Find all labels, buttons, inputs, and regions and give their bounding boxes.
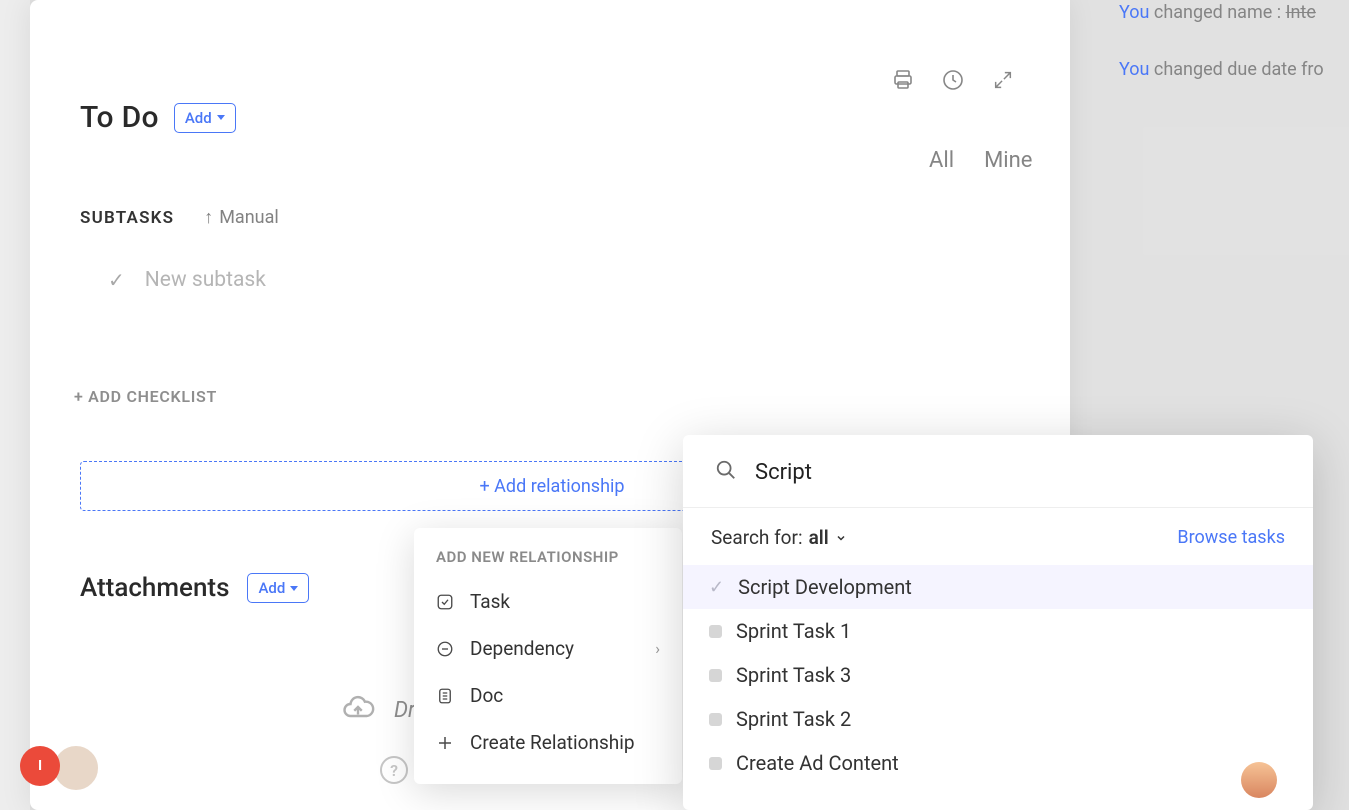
chevron-right-icon: › bbox=[655, 639, 660, 658]
status-square-icon bbox=[709, 669, 722, 682]
search-result-label: Sprint Task 1 bbox=[736, 619, 851, 643]
dependency-icon bbox=[436, 640, 454, 658]
activity-user-you: You bbox=[1119, 59, 1149, 80]
search-result-label: Sprint Task 3 bbox=[736, 663, 851, 687]
subtasks-sort[interactable]: ↑ Manual bbox=[204, 207, 279, 228]
rel-item-label: Dependency bbox=[470, 637, 574, 660]
new-subtask-placeholder: New subtask bbox=[145, 268, 266, 292]
attachments-heading: Attachments bbox=[80, 573, 229, 603]
status-square-icon bbox=[709, 713, 722, 726]
subtasks-heading: SUBTASKS bbox=[80, 208, 174, 228]
drop-hint-text: Dr bbox=[394, 698, 415, 723]
search-input[interactable]: Script bbox=[755, 460, 812, 485]
search-result-item[interactable]: Sprint Task 3 bbox=[683, 653, 1313, 697]
avatar[interactable] bbox=[1241, 762, 1277, 798]
attachments-add-label: Add bbox=[258, 579, 285, 597]
print-icon[interactable] bbox=[891, 68, 915, 92]
left-list-sliver bbox=[0, 0, 30, 810]
status-square-icon bbox=[709, 757, 722, 770]
search-result-label: Create Ad Content bbox=[736, 751, 899, 775]
search-scope-filter[interactable]: Search for: all bbox=[711, 526, 847, 549]
add-button-label: Add bbox=[185, 109, 212, 127]
rel-item-label: Create Relationship bbox=[470, 731, 635, 754]
new-subtask-input[interactable]: ✓ New subtask bbox=[108, 268, 1020, 292]
search-result-item[interactable]: ✓ Script Development bbox=[683, 565, 1313, 609]
check-icon: ✓ bbox=[108, 268, 125, 292]
search-result-label: Script Development bbox=[738, 575, 912, 599]
task-status-title: To Do bbox=[80, 100, 159, 135]
chevron-down-icon bbox=[835, 526, 847, 549]
rel-item-label: Task bbox=[470, 590, 510, 613]
avatar-badge[interactable]: I bbox=[20, 746, 60, 786]
search-result-label: Sprint Task 2 bbox=[736, 707, 851, 731]
activity-text: changed name : bbox=[1149, 2, 1285, 23]
search-result-item[interactable]: Sprint Task 2 bbox=[683, 697, 1313, 741]
arrow-up-icon: ↑ bbox=[204, 207, 213, 228]
task-check-icon bbox=[436, 593, 454, 611]
check-icon: ✓ bbox=[709, 577, 724, 598]
rel-item-task[interactable]: Task bbox=[416, 578, 680, 625]
rel-item-label: Doc bbox=[470, 684, 503, 707]
rel-item-create[interactable]: Create Relationship bbox=[416, 719, 680, 766]
rel-item-doc[interactable]: Doc bbox=[416, 672, 680, 719]
activity-entry: You changed name : Inte bbox=[1119, 2, 1349, 23]
help-icon[interactable]: ? bbox=[380, 756, 408, 784]
subtasks-sort-label: Manual bbox=[219, 207, 279, 228]
activity-tab-all[interactable]: All bbox=[929, 148, 954, 173]
search-result-item[interactable]: Create Ad Content bbox=[683, 741, 1313, 785]
plus-icon bbox=[436, 734, 454, 752]
history-icon[interactable] bbox=[941, 68, 965, 92]
browse-tasks-link[interactable]: Browse tasks bbox=[1177, 527, 1285, 548]
search-results-list: ✓ Script Development Sprint Task 1 Sprin… bbox=[683, 557, 1313, 785]
add-checklist-button[interactable]: + ADD CHECKLIST bbox=[74, 387, 1020, 406]
activity-text: changed due date fro bbox=[1149, 59, 1323, 80]
search-scope-prefix: Search for: bbox=[711, 526, 803, 549]
relationship-dropdown: ADD NEW RELATIONSHIP Task Dependency › D… bbox=[414, 528, 682, 784]
search-scope-value: all bbox=[809, 526, 829, 549]
add-button[interactable]: Add bbox=[174, 103, 236, 133]
doc-icon bbox=[436, 687, 454, 705]
search-icon bbox=[715, 459, 737, 485]
activity-entry: You changed due date fro bbox=[1119, 59, 1349, 80]
search-result-item[interactable]: Sprint Task 1 bbox=[683, 609, 1313, 653]
expand-icon[interactable] bbox=[991, 68, 1015, 92]
status-square-icon bbox=[709, 625, 722, 638]
cloud-upload-icon bbox=[340, 689, 376, 731]
activity-tab-mine[interactable]: Mine bbox=[984, 148, 1032, 173]
attachments-add-button[interactable]: Add bbox=[247, 573, 309, 603]
activity-old-name: Inte bbox=[1286, 2, 1316, 23]
add-relationship-label: + Add relationship bbox=[480, 476, 625, 497]
relationship-dropdown-heading: ADD NEW RELATIONSHIP bbox=[416, 546, 680, 578]
chevron-down-icon bbox=[217, 115, 225, 120]
task-search-panel: Script Search for: all Browse tasks ✓ Sc… bbox=[683, 435, 1313, 810]
rel-item-dependency[interactable]: Dependency › bbox=[416, 625, 680, 672]
top-right-toolbar bbox=[891, 68, 1015, 92]
activity-user-you: You bbox=[1119, 2, 1149, 23]
chevron-down-icon bbox=[290, 586, 298, 591]
